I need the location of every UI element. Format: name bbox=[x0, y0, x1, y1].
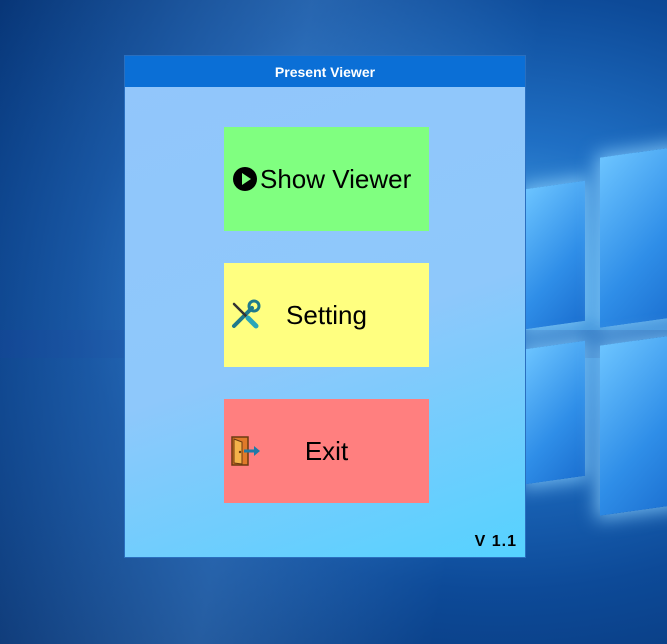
window-titlebar[interactable]: Present Viewer bbox=[125, 56, 525, 87]
present-viewer-window: Present Viewer Show Viewer Setting Exit … bbox=[124, 55, 526, 558]
version-label: V 1.1 bbox=[474, 533, 517, 550]
setting-label: Setting bbox=[286, 299, 367, 330]
window-title: Present Viewer bbox=[274, 63, 376, 80]
setting-button[interactable]: Setting bbox=[224, 263, 429, 367]
show-viewer-label: Show Viewer bbox=[260, 163, 412, 194]
exit-label: Exit bbox=[304, 435, 349, 466]
play-circle-icon bbox=[228, 162, 262, 196]
show-viewer-button[interactable]: Show Viewer bbox=[224, 127, 429, 231]
exit-button[interactable]: Exit bbox=[224, 399, 429, 503]
windows-logo bbox=[525, 140, 667, 560]
